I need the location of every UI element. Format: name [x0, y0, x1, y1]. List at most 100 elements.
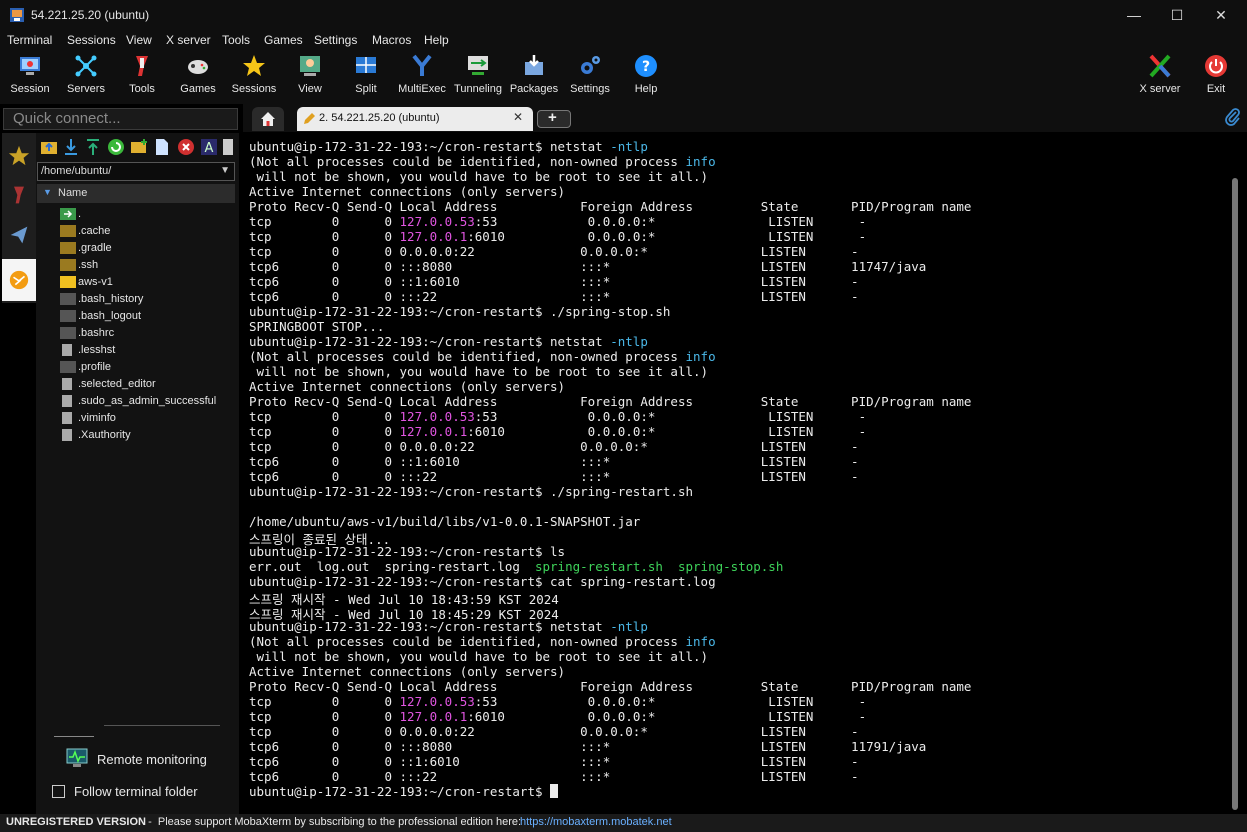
terminal-line: ubuntu@ip-172-31-22-193:~/cron-restart$ …: [249, 304, 671, 319]
scroll-toolbar-icon[interactable]: [221, 138, 235, 156]
home-tab[interactable]: [252, 107, 284, 131]
tools-button[interactable]: Tools: [114, 51, 170, 101]
terminal-line: Active Internet connections (only server…: [249, 664, 566, 679]
x-server-icon: [1149, 54, 1171, 78]
rename-icon[interactable]: A: [200, 138, 218, 156]
main-toolbar: Session Servers Tools Games Sessions Vie…: [0, 51, 1247, 104]
terminal-line: Active Internet connections (only server…: [249, 379, 566, 394]
menu-terminal[interactable]: Terminal: [7, 33, 52, 47]
tools-icon: [14, 186, 24, 204]
new-tab-button[interactable]: +: [537, 109, 571, 128]
delete-icon[interactable]: [177, 138, 195, 156]
help-button[interactable]: ? Help: [618, 51, 674, 101]
terminal-output[interactable]: ubuntu@ip-172-31-22-193:~/cron-restart$ …: [243, 132, 1243, 816]
upload-icon[interactable]: [84, 138, 102, 156]
view-icon: [300, 56, 320, 76]
tunneling-button[interactable]: Tunneling: [450, 51, 506, 101]
mobaxterm-link[interactable]: https://mobaxterm.mobatek.net: [520, 816, 672, 828]
menu-games[interactable]: Games: [264, 33, 303, 47]
exit-button[interactable]: Exit: [1188, 51, 1244, 101]
multiexec-button[interactable]: MultiExec: [394, 51, 450, 101]
terminal-line: ubuntu@ip-172-31-22-193:~/cron-restart$ …: [249, 619, 648, 634]
session-tab[interactable]: 2. 54.221.25.20 (ubuntu) ✕: [297, 107, 533, 131]
close-tab-icon[interactable]: ✕: [513, 110, 523, 124]
terminal-line: 스프링 재시작 - Wed Jul 10 18:45:29 KST 2024: [249, 607, 559, 622]
tools-sidetab[interactable]: [2, 175, 36, 215]
gear-icon: [581, 56, 600, 74]
menu-tools[interactable]: Tools: [222, 33, 250, 47]
maximize-button[interactable]: ☐: [1154, 0, 1200, 30]
folder-icon: [60, 259, 76, 271]
terminal-line: tcp 0 0 127.0.0.53:53 0.0.0.0:* LISTEN -: [249, 214, 867, 229]
attach-icon[interactable]: [1225, 108, 1241, 126]
gamepad-icon: [188, 60, 208, 74]
terminal-line: tcp 0 0 127.0.0.1:6010 0.0.0.0:* LISTEN …: [249, 229, 867, 244]
terminal-line: will not be shown, you would have to be …: [249, 364, 709, 379]
menu-bar: Terminal Sessions View X server Tools Ga…: [0, 30, 1247, 51]
power-icon: [1205, 55, 1227, 77]
refresh-icon[interactable]: [107, 138, 125, 156]
menu-x-server[interactable]: X server: [166, 33, 211, 47]
tunneling-icon: [468, 56, 488, 75]
session-button[interactable]: Session: [2, 51, 58, 101]
macros-sidetab[interactable]: [2, 215, 36, 255]
settings-button[interactable]: Settings: [562, 51, 618, 101]
terminal-line: tcp6 0 0 ::1:6010 :::* LISTEN -: [249, 754, 859, 769]
terminal-line: tcp 0 0 0.0.0.0:22 0.0.0.0:* LISTEN -: [249, 724, 859, 739]
packages-button[interactable]: Packages: [506, 51, 562, 101]
sessions-sidetab[interactable]: [2, 135, 36, 175]
servers-button[interactable]: Servers: [58, 51, 114, 101]
menu-sessions[interactable]: Sessions: [67, 33, 116, 47]
view-button[interactable]: View: [282, 51, 338, 101]
terminal-line: tcp6 0 0 :::8080 :::* LISTEN 11791/java: [249, 739, 927, 754]
menu-view[interactable]: View: [126, 33, 152, 47]
star-icon: [8, 145, 30, 166]
session-monitor-icon: [20, 57, 40, 75]
split-button[interactable]: Split: [338, 51, 394, 101]
session-tab-strip: 2. 54.221.25.20 (ubuntu) ✕ +: [243, 104, 1247, 132]
parent-folder-icon[interactable]: [40, 138, 58, 156]
x-server-button[interactable]: X server: [1132, 51, 1188, 101]
parent-folder-icon: [60, 208, 76, 220]
terminal-prompt-line: ubuntu@ip-172-31-22-193:~/cron-restart$: [249, 784, 559, 799]
sftp-path-select[interactable]: /home/ubuntu/ ▼: [37, 162, 235, 181]
servers-icon: [75, 55, 97, 77]
file-list-header[interactable]: ▼ Name: [37, 184, 235, 203]
remote-monitoring-button[interactable]: Remote monitoring: [66, 748, 216, 770]
sessions-button[interactable]: Sessions: [226, 51, 282, 101]
games-button[interactable]: Games: [170, 51, 226, 101]
download-icon[interactable]: [62, 138, 80, 156]
close-window-button[interactable]: ✕: [1198, 0, 1244, 30]
quick-connect-input[interactable]: Quick connect...: [3, 108, 238, 130]
star-icon: [243, 55, 265, 76]
terminal-line: ubuntu@ip-172-31-22-193:~/cron-restart$ …: [249, 574, 716, 589]
checkbox-box[interactable]: [52, 785, 65, 798]
terminal-line: tcp6 0 0 :::8080 :::* LISTEN 11747/java: [249, 259, 927, 274]
terminal-line: tcp6 0 0 :::22 :::* LISTEN -: [249, 769, 859, 784]
menu-help[interactable]: Help: [424, 33, 449, 47]
follow-terminal-folder-checkbox[interactable]: Follow terminal folder: [52, 782, 232, 802]
svg-text:A: A: [205, 141, 214, 156]
folder-icon: [60, 225, 76, 237]
monitoring-icon: [66, 748, 88, 767]
menu-macros[interactable]: Macros: [372, 33, 411, 47]
terminal-line: ubuntu@ip-172-31-22-193:~/cron-restart$ …: [249, 484, 694, 499]
terminal-line: tcp 0 0 0.0.0.0:22 0.0.0.0:* LISTEN -: [249, 244, 859, 259]
folder-icon: [60, 242, 76, 254]
new-folder-icon[interactable]: [130, 138, 148, 156]
mobaxterm-app-icon: [10, 8, 24, 22]
terminal-scrollbar[interactable]: [1232, 178, 1238, 810]
sftp-globe-icon: [9, 270, 29, 290]
minimize-button[interactable]: —: [1111, 0, 1157, 30]
unregistered-label: UNREGISTERED VERSION: [6, 816, 146, 828]
terminal-line: (Not all processes could be identified, …: [249, 634, 716, 649]
new-file-icon[interactable]: [153, 138, 171, 156]
terminal-line: ubuntu@ip-172-31-22-193:~/cron-restart$ …: [249, 544, 566, 559]
file-icon: [60, 310, 76, 322]
folder-icon: [60, 276, 76, 288]
menu-settings[interactable]: Settings: [314, 33, 357, 47]
sftp-sidetab[interactable]: [2, 259, 36, 301]
terminal-line: ubuntu@ip-172-31-22-193:~/cron-restart$ …: [249, 334, 648, 349]
svg-text:?: ?: [642, 59, 650, 75]
file-icon: [62, 378, 72, 390]
